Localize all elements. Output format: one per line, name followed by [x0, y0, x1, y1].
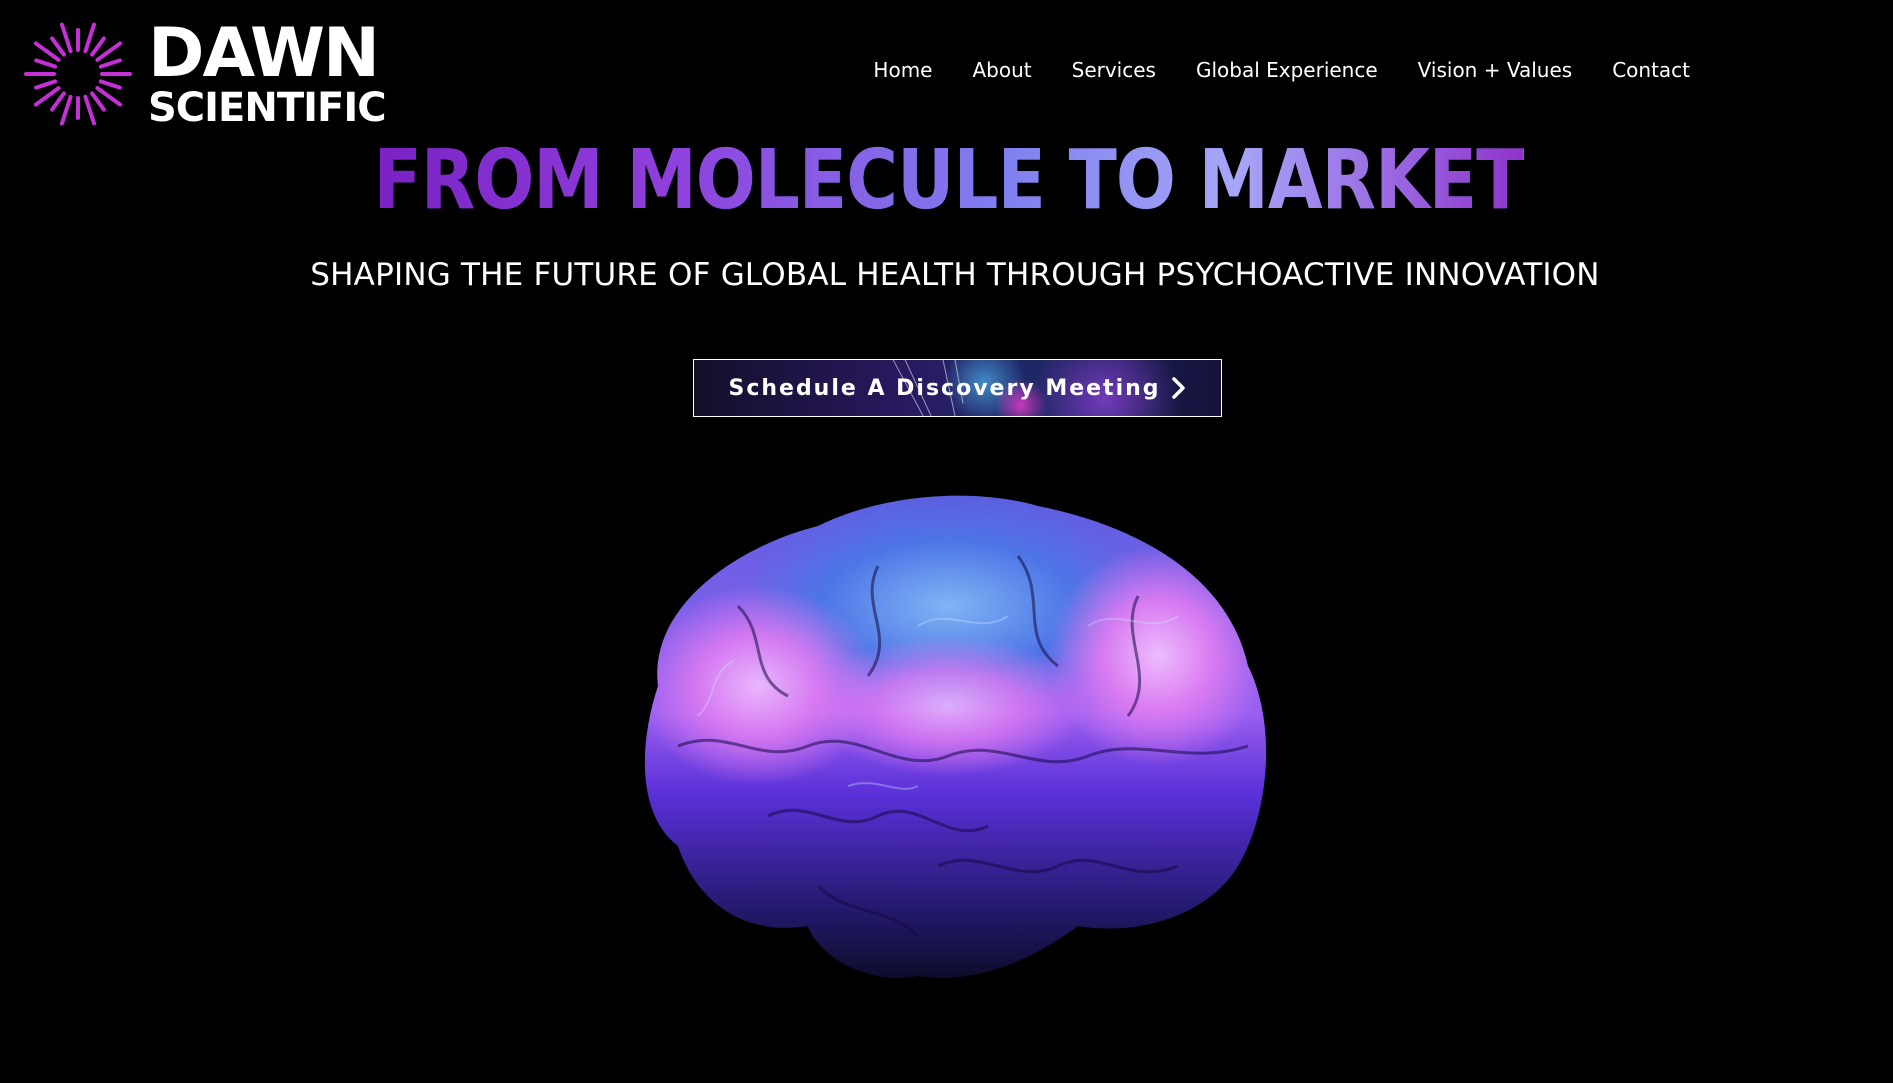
sunburst-ray	[90, 36, 106, 57]
sunburst-ray	[50, 91, 66, 112]
logo[interactable]: DAWN SCIENTIFIC	[22, 14, 387, 131]
chevron-right-icon	[1171, 377, 1185, 399]
sunburst-ray	[98, 58, 122, 69]
nav-item-global-experience[interactable]: Global Experience	[1176, 58, 1398, 82]
cta-label: Schedule A Discovery Meeting	[728, 375, 1161, 401]
hero-subtitle: SHAPING THE FUTURE OF GLOBAL HEALTH THRO…	[310, 257, 1600, 293]
hero-title-text: FROM MOLECULE TO MARKET	[373, 133, 1525, 228]
page: DAWN SCIENTIFIC Home About Services Glob…	[0, 0, 1893, 1083]
sunburst-ray	[59, 94, 73, 126]
nav-item-services[interactable]: Services	[1052, 58, 1176, 82]
sunburst-ray	[90, 91, 106, 112]
nav-item-vision-values[interactable]: Vision + Values	[1398, 58, 1593, 82]
glowing-brain-image	[644, 495, 1267, 978]
nav-item-about[interactable]: About	[952, 58, 1051, 82]
nav-item-contact[interactable]: Contact	[1592, 58, 1710, 82]
logo-wordmark: DAWN SCIENTIFIC	[148, 14, 387, 131]
hero-title: FROM MOLECULE TO MARKET	[135, 140, 1763, 222]
logo-line-1: DAWN	[148, 14, 380, 93]
sunburst-ray	[34, 79, 58, 90]
main-nav: Home About Services Global Experience Vi…	[853, 58, 1710, 82]
logo-line-2: SCIENTIFIC	[148, 85, 387, 131]
schedule-meeting-button[interactable]: Schedule A Discovery Meeting	[693, 359, 1222, 417]
nav-item-home[interactable]: Home	[853, 58, 952, 82]
sunburst-ray	[34, 58, 58, 69]
sunburst-ray	[50, 36, 66, 57]
sunburst-ray	[98, 79, 122, 90]
sunburst-ray	[59, 22, 73, 54]
sunburst-ray	[83, 94, 97, 126]
sunburst-ray	[83, 22, 97, 54]
sunburst-icon	[24, 22, 132, 126]
